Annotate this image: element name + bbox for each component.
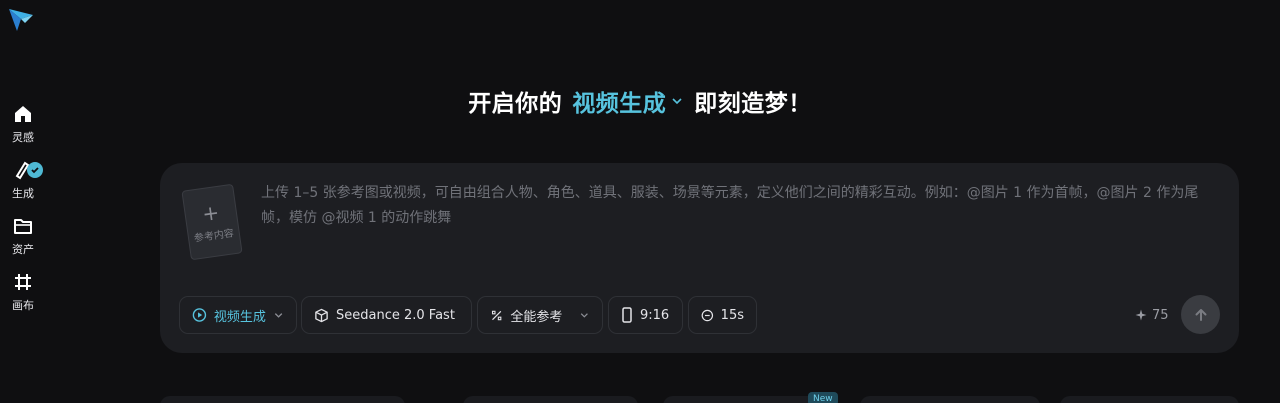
phone-portrait-icon	[622, 307, 632, 323]
duration-selector[interactable]: 15s	[688, 296, 757, 334]
video-play-icon	[192, 308, 207, 322]
sidebar-item-label: 画布	[12, 299, 34, 312]
sidebar-item-canvas[interactable]: 画布	[0, 271, 46, 321]
cube-icon	[315, 308, 328, 322]
reference-upload-label: 参考内容	[193, 227, 235, 245]
mode-dropdown-label: 视频生成	[213, 309, 266, 325]
canvas-hash-icon	[12, 271, 34, 293]
pen-check-icon	[12, 159, 43, 181]
arrow-up-icon	[1195, 308, 1206, 321]
preset-card[interactable]	[160, 396, 405, 403]
reference-mode-label: 全能参考	[510, 309, 563, 325]
sidebar-item-label: 资产	[12, 243, 34, 256]
preset-card[interactable]	[860, 396, 1040, 403]
credits-value: 75	[1152, 307, 1169, 323]
sidebar-item-label: 生成	[12, 187, 34, 200]
model-selector[interactable]: Seedance 2.0 Fast	[301, 296, 472, 334]
timer-icon	[701, 309, 714, 321]
prompt-input[interactable]: 上传 1–5 张参考图或视频，可自由组合人物、角色、道具、服装、场景等元素，定义…	[261, 181, 1221, 241]
sidebar-item-assets[interactable]: 资产	[0, 215, 46, 265]
duration-label: 15s	[720, 307, 744, 323]
page-headline: 开启你的 视频生成 即刻造梦！	[0, 83, 1280, 119]
mode-selector[interactable]: 视频生成	[572, 84, 684, 118]
logo-icon[interactable]	[7, 5, 35, 33]
send-button[interactable]	[1181, 295, 1220, 334]
chevron-down-icon	[672, 98, 682, 105]
aspect-ratio-selector[interactable]: 9:16	[608, 296, 683, 334]
credits-indicator: 75	[1135, 305, 1169, 325]
model-selector-label: Seedance 2.0 Fast	[336, 307, 455, 323]
chevron-down-icon	[274, 313, 283, 318]
sparkle-icon	[1135, 309, 1147, 321]
preset-card[interactable]	[463, 396, 638, 403]
chevron-down-icon	[581, 313, 589, 318]
sidebar-item-label: 灵感	[12, 131, 34, 144]
reference-mode-icon	[491, 310, 502, 320]
headline-suffix: 即刻造梦！	[694, 91, 812, 117]
headline-prefix: 开启你的	[468, 91, 563, 117]
new-badge: New	[808, 392, 838, 403]
check-badge-icon	[27, 162, 43, 178]
reference-mode-dropdown[interactable]: 全能参考	[477, 296, 603, 334]
reference-upload-card[interactable]: + 参考内容	[181, 183, 243, 261]
preset-card[interactable]	[1060, 396, 1239, 403]
aspect-ratio-label: 9:16	[640, 307, 670, 323]
plus-icon: +	[200, 199, 221, 226]
sidebar-item-generate[interactable]: 生成	[0, 159, 46, 209]
app-root: 灵感 生成 资产 画布 开启你的 视频生成 即刻造梦！ + 参考内容 上传 1–…	[0, 0, 1280, 403]
mode-selector-label: 视频生成	[572, 91, 667, 117]
folder-icon	[12, 215, 34, 237]
mode-dropdown[interactable]: 视频生成	[179, 296, 297, 334]
